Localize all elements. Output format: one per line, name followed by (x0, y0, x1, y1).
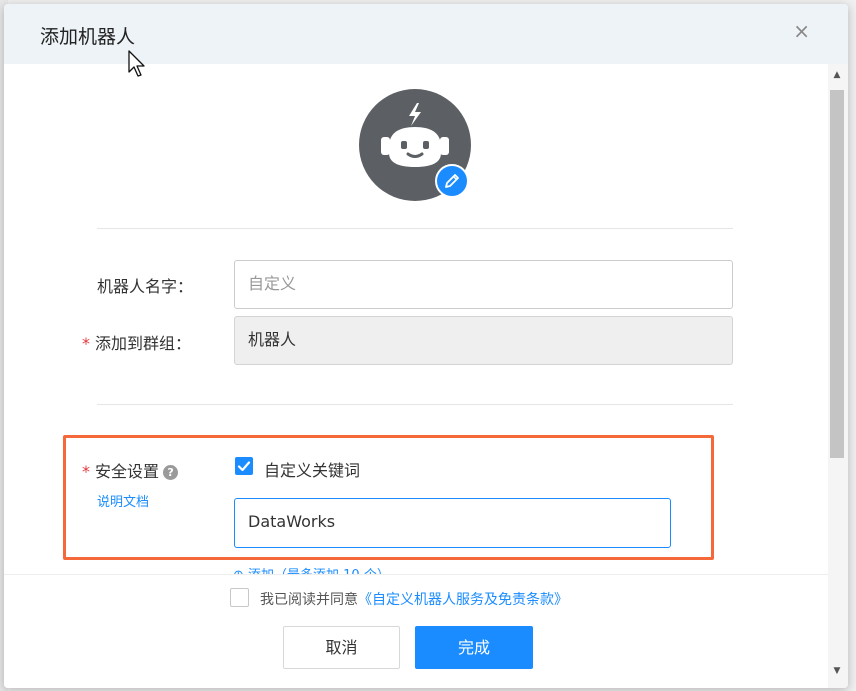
robot-name-label: 机器人名字： (97, 277, 194, 296)
add-robot-dialog: 添加机器人 × 机器人名字： 自定义 * 添加到群组： 机器人 * 安全设置 ?… (4, 4, 848, 688)
done-button[interactable]: 完成 (415, 626, 533, 669)
required-mark: * (82, 334, 90, 353)
add-keyword-link[interactable]: ⊕ 添加（最多添加 10 个） (233, 564, 390, 574)
divider-middle (97, 404, 733, 405)
scroll-down-icon[interactable]: ▼ (830, 664, 844, 678)
divider-top (97, 228, 733, 229)
robot-name-placeholder: 自定义 (248, 274, 297, 293)
scrollbar-thumb[interactable] (830, 90, 844, 458)
edit-avatar-button[interactable] (435, 164, 469, 198)
agree-checkbox[interactable] (230, 588, 249, 607)
terms-link[interactable]: 《自定义机器人服务及免责条款》 (358, 592, 568, 608)
agree-text: 我已阅读并同意《自定义机器人服务及免责条款》 (260, 589, 568, 609)
group-label: * 添加到群组： (82, 330, 191, 354)
group-select[interactable]: 机器人 (234, 316, 733, 365)
dialog-title: 添加机器人 (40, 26, 136, 48)
group-label-text: 添加到群组： (95, 334, 192, 353)
dialog-footer: 我已阅读并同意《自定义机器人服务及免责条款》 取消 完成 (4, 574, 828, 688)
agree-prefix: 我已阅读并同意 (260, 592, 358, 608)
close-icon[interactable]: × (793, 21, 810, 41)
robot-name-input[interactable]: 自定义 (234, 260, 733, 309)
dialog-body: 机器人名字： 自定义 * 添加到群组： 机器人 * 安全设置? 说明文档 自定义关键… (4, 64, 828, 574)
highlight-box (63, 435, 714, 560)
cancel-button[interactable]: 取消 (283, 626, 400, 669)
edit-pencil-icon (445, 174, 459, 188)
group-value: 机器人 (248, 330, 297, 349)
scroll-up-icon[interactable]: ▲ (830, 68, 844, 82)
